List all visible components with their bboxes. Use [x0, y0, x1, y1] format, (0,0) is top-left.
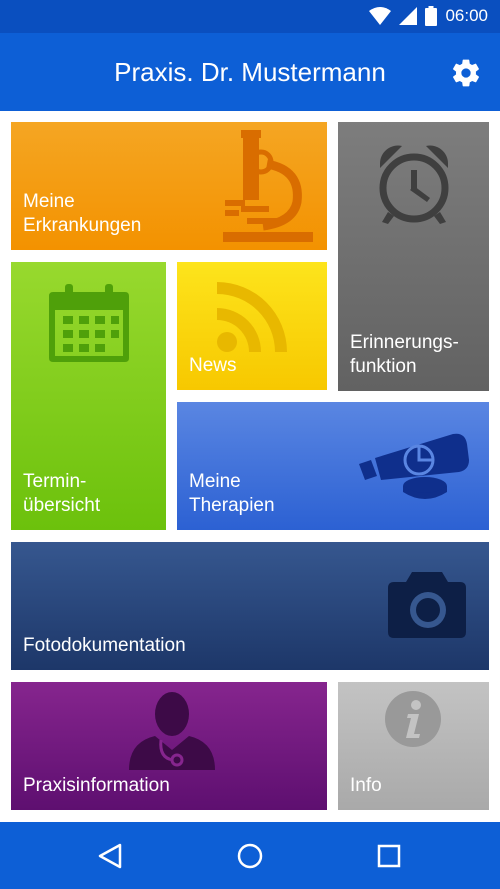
- tile-label: Fotodokumentation: [23, 635, 186, 656]
- battery-icon: [425, 6, 438, 26]
- tile-praxisinformation[interactable]: Praxisinformation: [11, 682, 327, 810]
- medication-icon: [359, 433, 469, 499]
- doctor-icon: [129, 692, 215, 770]
- status-time: 06:00: [445, 6, 488, 25]
- info-icon: [385, 691, 441, 747]
- tile-label: Praxisinformation: [23, 775, 170, 796]
- home-icon[interactable]: [235, 841, 265, 871]
- recents-icon[interactable]: [374, 841, 404, 871]
- tile-grid: Meine Erkrankungen Erinnerungs- funktion: [0, 111, 500, 822]
- page-title: Praxis. Dr. Mustermann: [114, 57, 386, 87]
- tile-info[interactable]: Info: [338, 682, 489, 810]
- tile-label: Termin- übersicht: [23, 471, 101, 516]
- calendar-icon: [49, 284, 129, 362]
- cell-signal-icon: [399, 7, 418, 25]
- alarm-clock-icon: [379, 145, 449, 224]
- tile-terminuebersicht[interactable]: Termin- übersicht: [11, 262, 166, 530]
- tile-label: Erinnerungs- funktion: [350, 332, 459, 377]
- microscope-icon: [223, 130, 313, 242]
- wifi-icon: [369, 7, 392, 25]
- tile-meine-erkrankungen[interactable]: Meine Erkrankungen: [11, 122, 327, 250]
- status-bar: 06:00: [0, 0, 500, 33]
- tile-news[interactable]: News: [177, 262, 327, 390]
- tile-label: Meine Erkrankungen: [23, 191, 142, 236]
- camera-icon: [388, 572, 466, 638]
- tile-label: Info: [350, 775, 382, 796]
- tile-erinnerungsfunktion[interactable]: Erinnerungs- funktion: [338, 122, 489, 391]
- navigation-bar: [0, 822, 500, 889]
- gear-icon[interactable]: [450, 57, 482, 89]
- tile-label: News: [189, 355, 237, 376]
- back-icon[interactable]: [96, 841, 126, 871]
- tile-meine-therapien[interactable]: Meine Therapien: [177, 402, 489, 530]
- app-bar: Praxis. Dr. Mustermann: [0, 33, 500, 111]
- rss-icon: [217, 282, 287, 352]
- tile-label: Meine Therapien: [189, 471, 275, 516]
- tile-fotodokumentation[interactable]: Fotodokumentation: [11, 542, 489, 670]
